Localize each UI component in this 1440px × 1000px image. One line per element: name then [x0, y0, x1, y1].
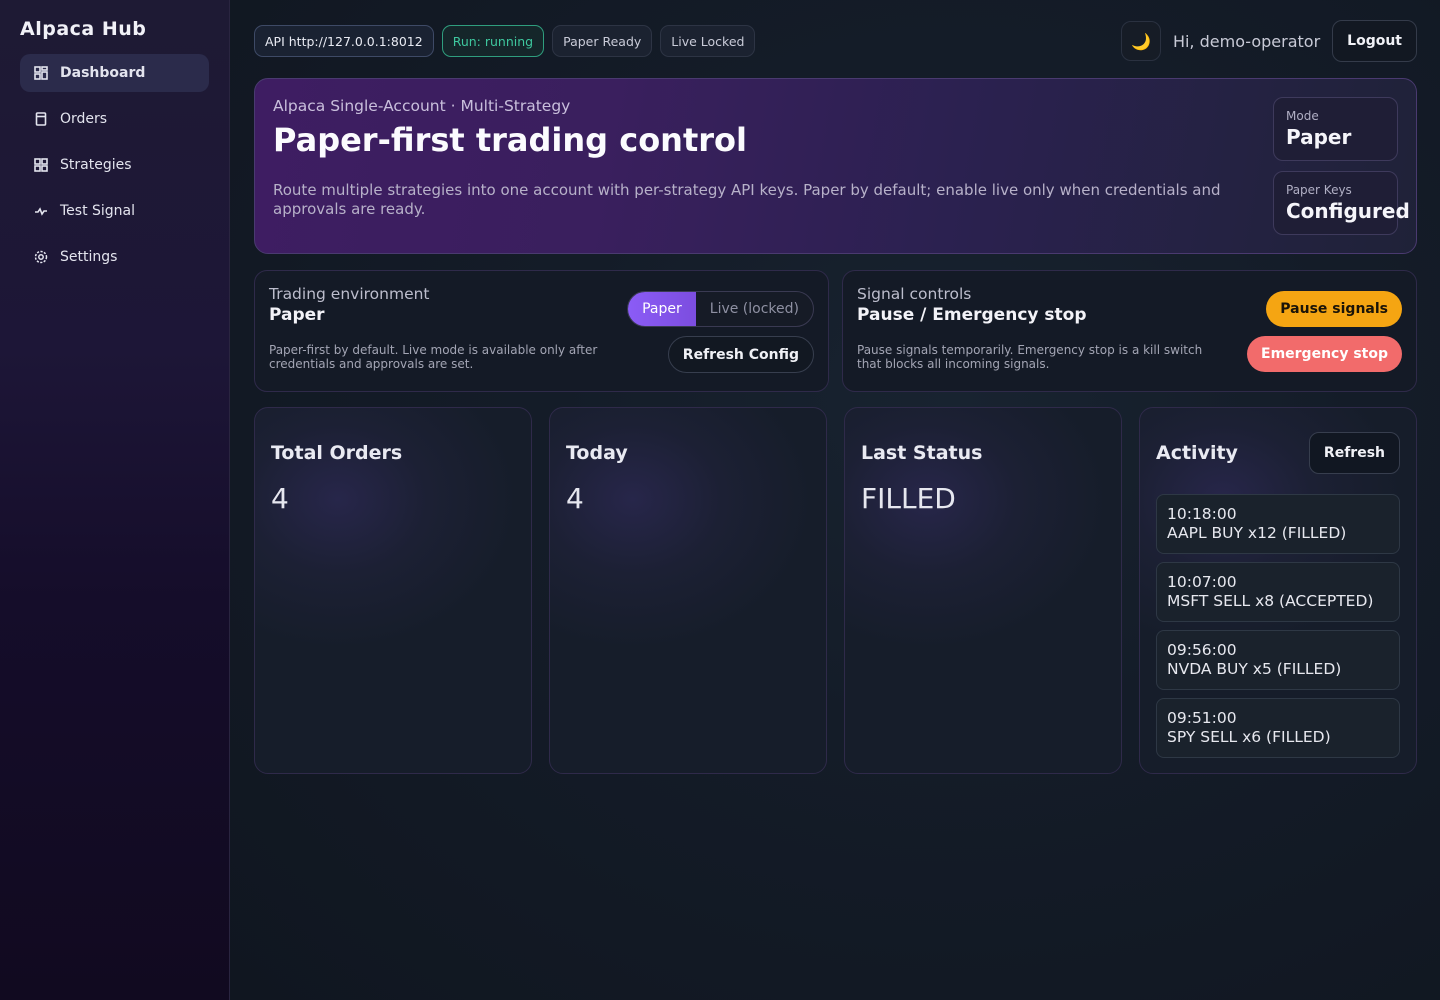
- signal-icon: [35, 207, 47, 216]
- user-area: 🌙 Hi, demo-operator Logout: [1120, 20, 1417, 62]
- mode-stat: Mode Paper: [1273, 97, 1398, 161]
- list-item: 10:07:00 MSFT SELL x8 (ACCEPTED): [1156, 562, 1400, 622]
- sidebar-item-orders[interactable]: Orders: [20, 100, 209, 138]
- list-item: 10:18:00 AAPL BUY x12 (FILLED): [1156, 494, 1400, 554]
- run-status-chip: Run: running: [441, 25, 545, 57]
- sidebar-item-label: Orders: [60, 111, 108, 127]
- activity-text: MSFT SELL x8 (ACCEPTED): [1167, 592, 1374, 610]
- activity-text: SPY SELL x6 (FILLED): [1167, 728, 1331, 746]
- sidebar-item-strategies[interactable]: Strategies: [20, 146, 209, 184]
- mode-value: Paper: [1286, 125, 1352, 149]
- sidebar-item-settings[interactable]: Settings: [20, 238, 209, 276]
- env-option-live[interactable]: Live (locked): [696, 292, 813, 326]
- dashboard-icon: [34, 66, 48, 80]
- activity-text: AAPL BUY x12 (FILLED): [1167, 524, 1347, 542]
- sidebar-item-test-signal[interactable]: Test Signal: [20, 192, 209, 230]
- emergency-stop-button[interactable]: Emergency stop: [1247, 336, 1402, 372]
- total-orders-card: Total Orders 4: [254, 407, 532, 774]
- activity-time: 10:18:00: [1167, 505, 1237, 523]
- environment-description: Paper-first by default. Live mode is ava…: [269, 343, 598, 371]
- activity-time: 10:07:00: [1167, 573, 1237, 591]
- page-title: Paper-first trading control: [273, 121, 747, 159]
- app-root: Alpaca Hub Dashboard Orders Strategies T…: [0, 0, 1440, 1000]
- user-greeting: Hi, demo-operator: [1172, 31, 1321, 51]
- list-item: 09:51:00 SPY SELL x6 (FILLED): [1156, 698, 1400, 758]
- grid-icon: [34, 158, 48, 172]
- pause-signals-button[interactable]: Pause signals: [1266, 291, 1402, 327]
- signal-controls-card: Signal controls Pause / Emergency stop P…: [842, 270, 1417, 392]
- hero-stats: Mode Paper Paper Keys Configured: [1273, 97, 1410, 235]
- mode-label: Mode: [1286, 109, 1319, 123]
- sidebar-item-label: Strategies: [60, 157, 132, 173]
- topbar: API http://127.0.0.1:8012 Run: running P…: [254, 20, 1417, 62]
- sidebar: Alpaca Hub Dashboard Orders Strategies T…: [0, 0, 230, 1000]
- activity-header: Activity Refresh: [1156, 432, 1400, 474]
- total-orders-label: Total Orders: [271, 442, 403, 464]
- activity-time: 09:51:00: [1167, 709, 1237, 727]
- refresh-config-button[interactable]: Refresh Config: [667, 336, 814, 373]
- activity-text: NVDA BUY x5 (FILLED): [1167, 660, 1342, 678]
- stats-cards-row: Total Orders 4 Today 4 Last Status FILLE…: [254, 407, 1417, 774]
- today-label: Today: [566, 442, 628, 464]
- gear-icon: [34, 250, 48, 264]
- total-orders-value: 4: [271, 482, 289, 515]
- hero-banner: Alpaca Single-Account · Multi-Strategy P…: [254, 78, 1417, 254]
- hero-description: Route multiple strategies into one accou…: [273, 181, 1221, 218]
- controls-row: Trading environment Paper Paper-first by…: [254, 270, 1417, 392]
- activity-card: Activity Refresh 10:18:00 AAPL BUY x12 (…: [1139, 407, 1417, 774]
- logout-button[interactable]: Logout: [1332, 20, 1417, 62]
- theme-toggle-button[interactable]: 🌙: [1120, 21, 1161, 61]
- signal-controls-description: Pause signals temporarily. Emergency sto…: [857, 343, 1203, 371]
- api-chip: API http://127.0.0.1:8012: [254, 25, 434, 57]
- last-status-value: FILLED: [861, 482, 956, 515]
- sidebar-item-label: Test Signal: [60, 203, 136, 219]
- environment-toggle: Paper Live (locked): [627, 291, 814, 327]
- orders-icon: [35, 112, 47, 126]
- paper-ready-chip: Paper Ready: [552, 25, 653, 57]
- today-value: 4: [566, 482, 584, 515]
- paper-keys-label: Paper Keys: [1286, 183, 1352, 197]
- activity-time: 09:56:00: [1167, 641, 1237, 659]
- status-chips: API http://127.0.0.1:8012 Run: running P…: [254, 25, 756, 57]
- brand-title: Alpaca Hub: [20, 18, 147, 40]
- last-status-card: Last Status FILLED: [844, 407, 1122, 774]
- today-card: Today 4: [549, 407, 827, 774]
- moon-icon: 🌙: [1130, 31, 1151, 51]
- last-status-label: Last Status: [861, 442, 983, 464]
- paper-keys-value: Configured: [1286, 199, 1410, 223]
- sidebar-item-label: Settings: [60, 249, 118, 265]
- list-item: 09:56:00 NVDA BUY x5 (FILLED): [1156, 630, 1400, 690]
- sidebar-item-label: Dashboard: [60, 65, 146, 81]
- sidebar-item-dashboard[interactable]: Dashboard: [20, 54, 209, 92]
- environment-card: Trading environment Paper Paper-first by…: [254, 270, 829, 392]
- main-content: API http://127.0.0.1:8012 Run: running P…: [230, 0, 1440, 1000]
- activity-refresh-button[interactable]: Refresh: [1308, 432, 1400, 474]
- env-option-paper[interactable]: Paper: [628, 292, 696, 326]
- activity-title: Activity: [1156, 442, 1238, 464]
- paper-keys-stat: Paper Keys Configured: [1273, 171, 1410, 235]
- hero-subtitle: Alpaca Single-Account · Multi-Strategy: [273, 97, 571, 115]
- live-locked-chip: Live Locked: [660, 25, 756, 57]
